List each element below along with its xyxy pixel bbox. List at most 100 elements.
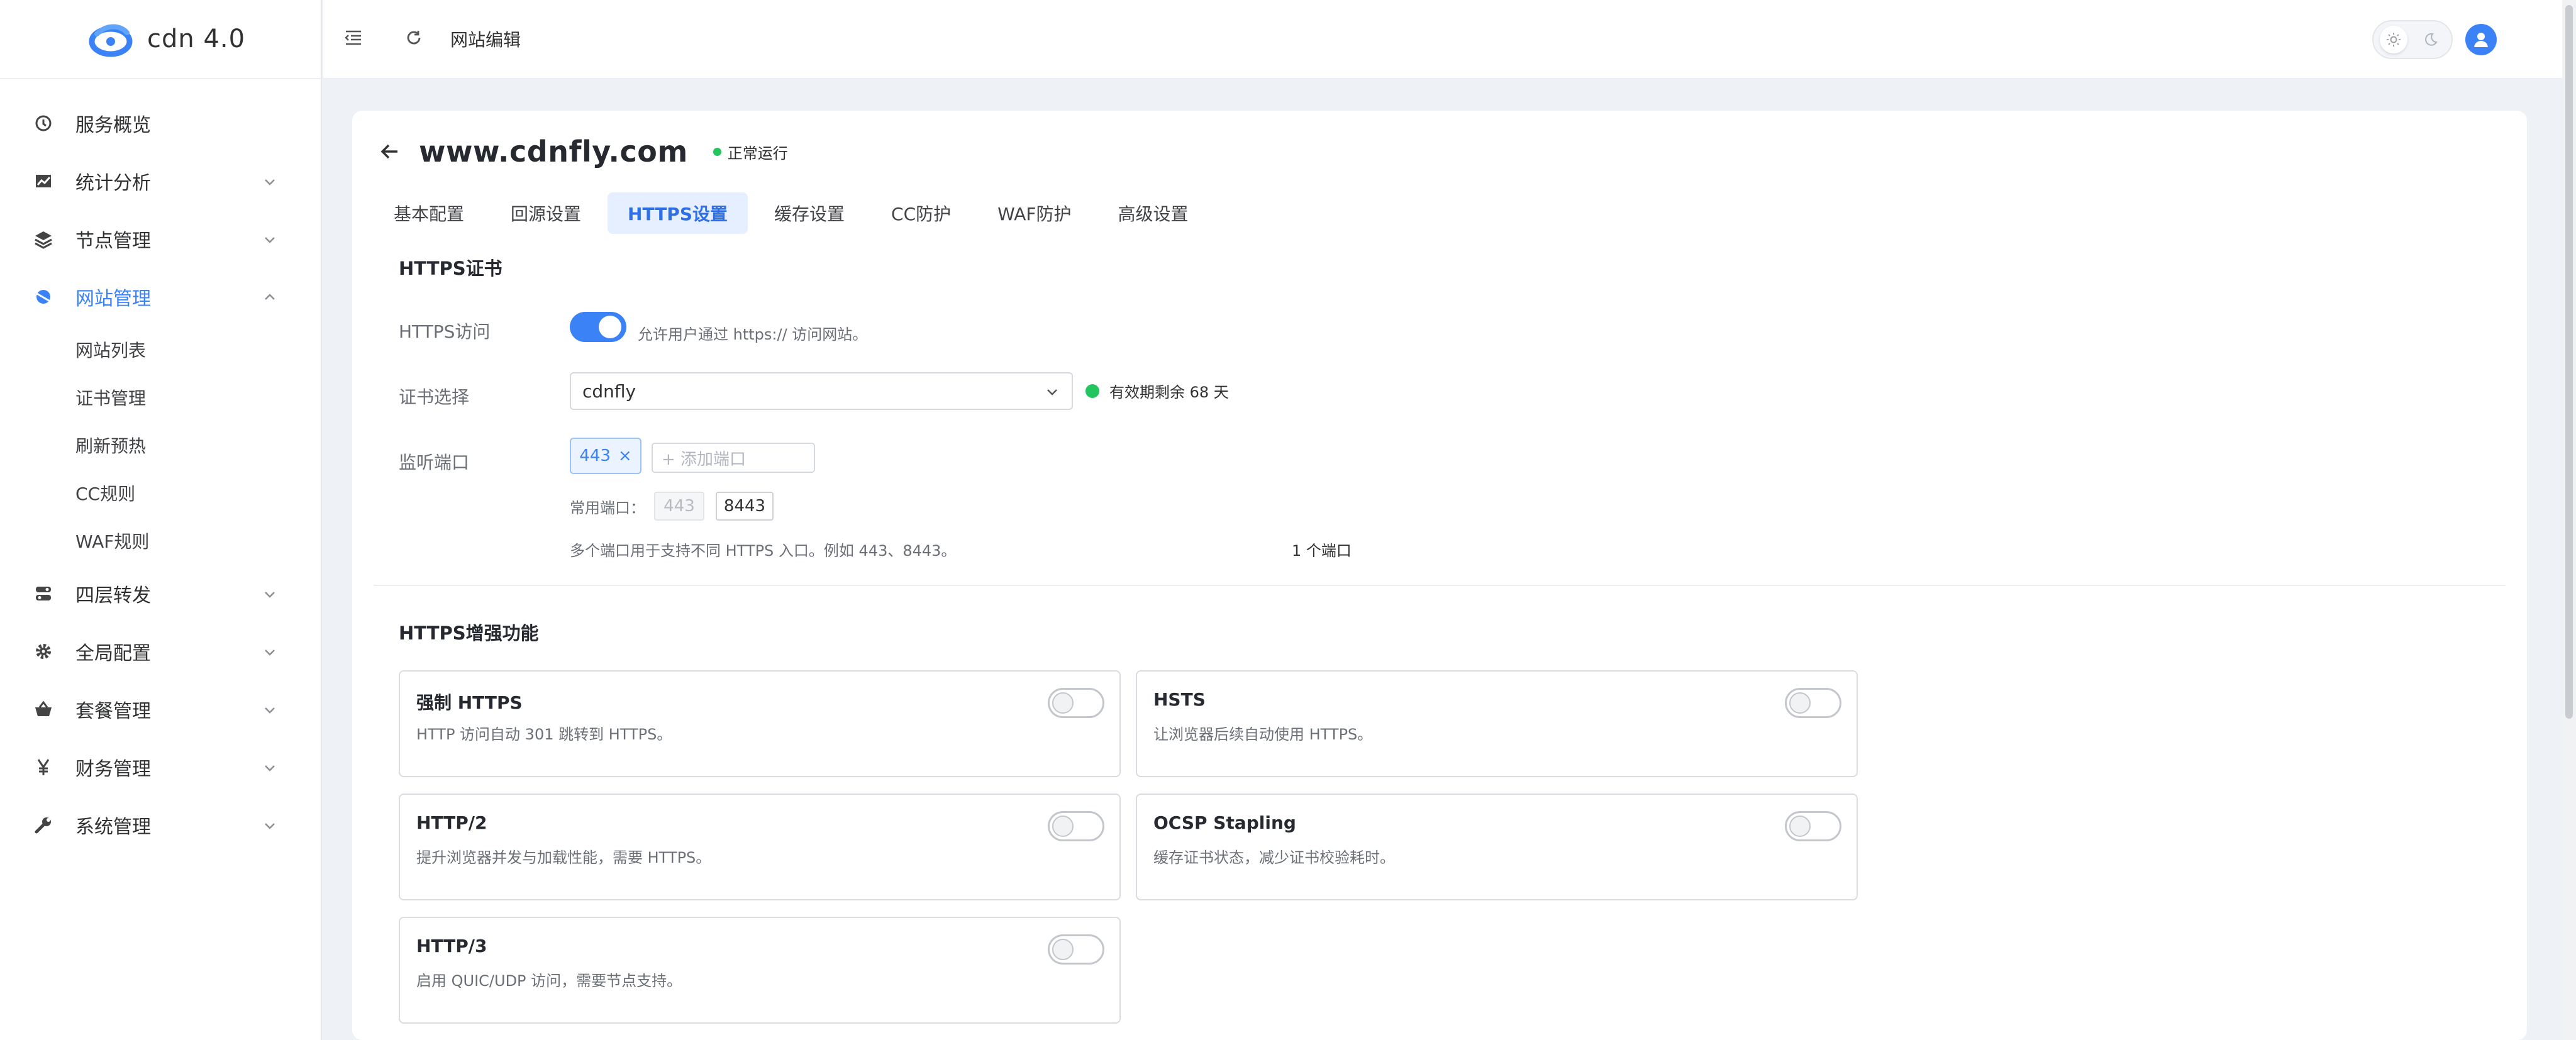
sidebar-item-label: 统计分析: [75, 172, 151, 194]
sidebar-item-label: 全局配置: [75, 643, 151, 665]
hsts-toggle[interactable]: [1785, 688, 1841, 718]
sun-icon[interactable]: [2380, 26, 2407, 53]
common-ports-label: 常用端口：: [570, 499, 645, 517]
sidebar-subitem-cert[interactable]: 证书管理: [0, 373, 321, 421]
remove-port-icon[interactable]: ×: [618, 446, 632, 465]
chevron-down-icon: [265, 237, 275, 243]
toggle-knob: [1789, 692, 1811, 714]
sidebar-subitem-cc-rules[interactable]: CC规则: [0, 469, 321, 517]
tab-origin[interactable]: 回源设置: [491, 192, 601, 234]
avatar[interactable]: [2465, 24, 2497, 55]
site-title-bar: www.cdnfly.com 正常运行: [377, 135, 788, 169]
section-title-enhance: HTTPS增强功能: [399, 622, 539, 644]
sidebar-item-label: 服务概览: [75, 114, 151, 136]
port-chip: 443 ×: [570, 438, 641, 474]
feature-title: HTTP/3: [416, 936, 487, 956]
feature-desc: 提升浏览器并发与加载性能，需要 HTTPS。: [416, 849, 711, 866]
tab-advanced[interactable]: 高级设置: [1098, 192, 1209, 234]
feature-card-hsts: HSTS 让浏览器后续自动使用 HTTPS。: [1136, 670, 1858, 777]
page-scrollbar[interactable]: [2562, 0, 2576, 1040]
toggle-knob: [1052, 939, 1074, 960]
cert-select[interactable]: cdnfly: [570, 372, 1073, 410]
status-text: 正常运行: [727, 144, 788, 162]
feature-card-http3: HTTP/3 启用 QUIC/UDP 访问，需要节点支持。: [399, 917, 1121, 1024]
tab-waf[interactable]: WAF防护: [977, 192, 1091, 234]
layers-icon: [33, 228, 54, 250]
chevron-down-icon: [265, 707, 275, 714]
sidebar-item-label: 套餐管理: [75, 700, 151, 722]
add-port-input[interactable]: + 添加端口: [652, 443, 815, 473]
sidebar-subitem-site-list[interactable]: 网站列表: [0, 326, 321, 373]
port-hint: 多个端口用于支持不同 HTTPS 入口。例如 443、8443。: [570, 542, 957, 560]
https-access-label: HTTPS访问: [399, 321, 491, 342]
section-title-cert: HTTPS证书: [399, 258, 502, 279]
sidebar-item-label: 四层转发: [75, 585, 151, 607]
tab-cc[interactable]: CC防护: [871, 192, 971, 234]
https-access-toggle[interactable]: [570, 312, 626, 342]
sidebar-menu: 服务概览 统计分析 节点管理 网站管理 网站列表 证书管理 刷新预热 CC规则 …: [0, 79, 321, 854]
port-chip-value: 443: [579, 446, 611, 465]
tab-cache[interactable]: 缓存设置: [754, 192, 865, 234]
theme-switch[interactable]: [2372, 20, 2453, 59]
sidebar-item-finance[interactable]: 财务管理: [0, 738, 321, 796]
chevron-down-icon: [265, 592, 275, 598]
site-edit-card: www.cdnfly.com 正常运行 基本配置 回源设置 HTTPS设置 缓存…: [352, 111, 2527, 1040]
sidebar-item-nodes[interactable]: 节点管理: [0, 210, 321, 268]
scrollbar-thumb[interactable]: [2565, 5, 2573, 719]
http3-toggle[interactable]: [1048, 934, 1104, 965]
sidebar-item-sites[interactable]: 网站管理: [0, 268, 321, 326]
tab-basic[interactable]: 基本配置: [374, 192, 484, 234]
feature-desc: 缓存证书状态，减少证书校验耗时。: [1153, 849, 1395, 866]
feature-desc: 让浏览器后续自动使用 HTTPS。: [1153, 726, 1373, 743]
gear-icon: [33, 641, 54, 662]
cert-select-value: cdnfly: [582, 380, 636, 402]
refresh-icon[interactable]: [402, 26, 428, 52]
top-header: 网站编辑: [323, 0, 2562, 79]
settings-tabs: 基本配置 回源设置 HTTPS设置 缓存设置 CC防护 WAF防护 高级设置: [374, 192, 1215, 234]
cert-validity-text: 有效期剩余 68 天: [1109, 384, 1229, 401]
collapse-menu-icon[interactable]: [342, 26, 367, 52]
app-root: cdn 4.0 服务概览 统计分析 节点管理 网站管理 网站列表 证书管理 刷新…: [0, 0, 2576, 1040]
back-arrow-icon[interactable]: [377, 139, 402, 164]
yen-icon: [33, 756, 54, 778]
feature-title: OCSP Stapling: [1153, 812, 1296, 833]
cert-validity: 有效期剩余 68 天: [1085, 380, 1229, 402]
port-label: 监听端口: [399, 452, 470, 473]
port-count: 1 个端口: [1292, 542, 1352, 560]
chevron-down-icon: [265, 650, 275, 656]
common-port-443[interactable]: 443: [654, 492, 704, 521]
breadcrumb: 网站编辑: [450, 30, 521, 50]
globe-icon: [33, 286, 54, 307]
feature-title: HSTS: [1153, 689, 1206, 710]
toggle-knob: [599, 316, 621, 338]
sidebar-item-stats[interactable]: 统计分析: [0, 152, 321, 210]
chevron-down-icon: [265, 823, 275, 829]
https-access-hint: 允许用户通过 https:// 访问网站。: [638, 326, 868, 343]
wrench-icon: [33, 814, 54, 836]
sidebar-item-label: 网站管理: [75, 288, 151, 310]
tab-https[interactable]: HTTPS设置: [608, 192, 748, 234]
sidebar-subitem-purge[interactable]: 刷新预热: [0, 421, 321, 469]
sidebar-item-overview[interactable]: 服务概览: [0, 94, 321, 152]
http2-toggle[interactable]: [1048, 811, 1104, 841]
app-name: cdn 4.0: [147, 25, 246, 53]
logo[interactable]: cdn 4.0: [0, 0, 321, 79]
moon-icon[interactable]: [2416, 26, 2444, 53]
sidebar-item-packages[interactable]: 套餐管理: [0, 680, 321, 738]
basket-icon: [33, 699, 54, 720]
chevron-down-icon: [265, 765, 275, 772]
force-https-toggle[interactable]: [1048, 688, 1104, 718]
status-badge: 正常运行: [713, 141, 788, 163]
sidebar-item-system[interactable]: 系统管理: [0, 796, 321, 854]
sidebar-item-l4-forward[interactable]: 四层转发: [0, 565, 321, 622]
ocsp-toggle[interactable]: [1785, 811, 1841, 841]
sidebar-item-global-config[interactable]: 全局配置: [0, 622, 321, 680]
sidebar-subitem-waf-rules[interactable]: WAF规则: [0, 517, 321, 565]
feature-card-force-https: 强制 HTTPS HTTP 访问自动 301 跳转到 HTTPS。: [399, 670, 1121, 777]
sidebar-item-label: 系统管理: [75, 816, 151, 838]
common-port-8443[interactable]: 8443: [716, 492, 774, 521]
feature-title: HTTP/2: [416, 812, 487, 833]
site-domain: www.cdnfly.com: [419, 135, 688, 169]
feature-card-http2: HTTP/2 提升浏览器并发与加载性能，需要 HTTPS。: [399, 794, 1121, 900]
status-dot: [713, 147, 721, 156]
